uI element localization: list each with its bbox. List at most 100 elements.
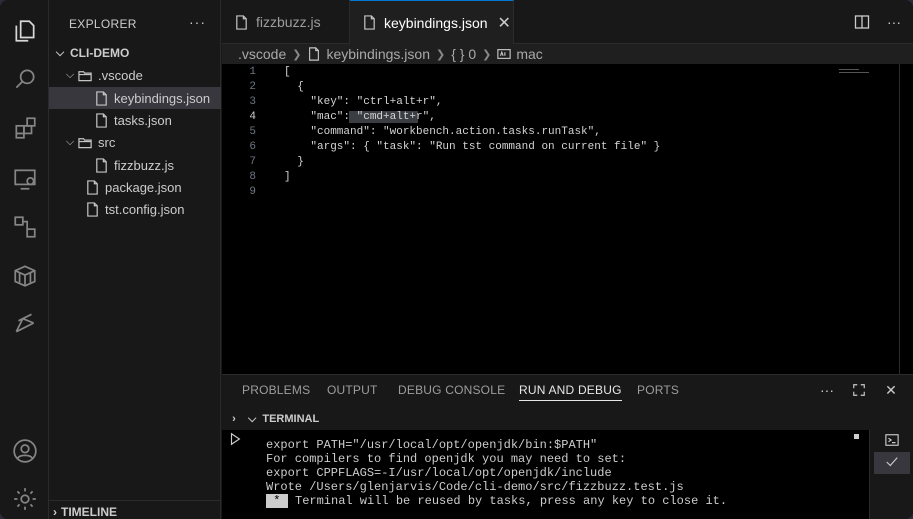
tree-item-label: tasks.json bbox=[114, 112, 172, 128]
line-number: 8 bbox=[249, 171, 256, 183]
breadcrumb-item[interactable]: mac bbox=[516, 46, 542, 62]
testing-icon[interactable] bbox=[10, 308, 39, 337]
more-actions-icon[interactable]: ··· bbox=[885, 13, 903, 31]
tree-item-fizzbuzz-js[interactable]: fizzbuzz.js bbox=[49, 154, 221, 176]
string-property-icon bbox=[497, 47, 512, 61]
remote-explorer-icon[interactable] bbox=[10, 164, 39, 193]
code-editor[interactable]: 1 2 3 4 5 6 7 8 9 [ { "key": "ctrl+alt+r… bbox=[222, 64, 913, 374]
terminal-line: For compilers to find openjdk you may ne… bbox=[266, 452, 627, 466]
breadcrumb: .vscode ❯ keybindings.json ❯ { } 0 ❯ mac bbox=[222, 44, 913, 64]
tab-keybindings-json[interactable]: keybindings.json ✕ bbox=[350, 0, 514, 44]
chevron-down-icon: ⌵ bbox=[65, 135, 75, 148]
chevron-down-icon: ⌵ bbox=[65, 68, 75, 81]
terminal-line: Wrote /Users/glenjarvis/Code/cli-demo/sr… bbox=[266, 480, 684, 494]
file-icon bbox=[362, 15, 377, 30]
line-number: 9 bbox=[249, 186, 256, 198]
panel-actions: ··· ✕ bbox=[819, 381, 899, 399]
source-control-icon[interactable] bbox=[10, 212, 39, 241]
file-icon bbox=[234, 14, 249, 30]
account-icon[interactable] bbox=[10, 436, 39, 465]
chevron-right-icon: › bbox=[53, 504, 57, 519]
tab-label: fizzbuzz.js bbox=[256, 14, 321, 30]
breadcrumb-item[interactable]: keybindings.json bbox=[326, 46, 430, 62]
tab-label: keybindings.json bbox=[384, 14, 488, 31]
file-icon bbox=[93, 157, 109, 173]
tab-debug-console[interactable]: DEBUG CONSOLE bbox=[398, 383, 505, 397]
split-editor-icon[interactable] bbox=[853, 13, 871, 31]
run-debug-icon[interactable] bbox=[228, 432, 242, 449]
timeline-label: TIMELINE bbox=[61, 504, 117, 519]
search-icon[interactable] bbox=[10, 64, 39, 93]
tree-root-cli-demo[interactable]: ⌵ CLI-DEMO bbox=[49, 42, 221, 64]
editor-tab-bar: fizzbuzz.js keybindings.json ✕ ··· bbox=[222, 0, 913, 44]
folder-open-icon bbox=[77, 67, 93, 83]
breadcrumb-item[interactable]: { } 0 bbox=[451, 46, 476, 62]
file-icon bbox=[93, 90, 109, 106]
extensions-icon[interactable] bbox=[10, 113, 39, 142]
close-tab-icon[interactable]: ✕ bbox=[498, 13, 511, 33]
tree-item-vscode-folder[interactable]: ⌵ .vscode bbox=[49, 64, 221, 86]
code-line: "key": "ctrl+alt+r", bbox=[284, 96, 443, 108]
minimap[interactable] bbox=[839, 68, 873, 74]
tab-run-and-debug[interactable]: RUN AND DEBUG bbox=[519, 383, 622, 401]
terminal-label: TERMINAL bbox=[262, 413, 320, 425]
tab-output[interactable]: OUTPUT bbox=[327, 383, 378, 397]
line-number: 1 bbox=[249, 66, 256, 78]
file-icon bbox=[84, 179, 100, 195]
tree-item-tst-config-json[interactable]: tst.config.json bbox=[49, 198, 221, 220]
code-line: "args": { "task": "Run tst command on cu… bbox=[284, 141, 661, 153]
panel-tab-bar: PROBLEMS OUTPUT DEBUG CONSOLE RUN AND DE… bbox=[222, 375, 913, 405]
file-icon bbox=[307, 47, 321, 61]
tree-item-label: src bbox=[98, 134, 116, 150]
line-number: 2 bbox=[249, 81, 256, 93]
chevron-right-icon: ❯ bbox=[482, 48, 492, 61]
terminal-section-header[interactable]: › ⌵ TERMINAL bbox=[222, 408, 913, 430]
line-number: 6 bbox=[249, 141, 256, 153]
tree-item-keybindings-json[interactable]: keybindings.json bbox=[49, 87, 221, 109]
explorer-sidebar: EXPLORER ··· ⌵ CLI-DEMO ⌵ .vscode keybin… bbox=[49, 0, 221, 519]
more-actions-button[interactable]: ··· bbox=[189, 14, 206, 30]
vscode-window: EXPLORER ··· ⌵ CLI-DEMO ⌵ .vscode keybin… bbox=[0, 0, 913, 519]
tree-item-label: keybindings.json bbox=[114, 90, 211, 106]
file-icon bbox=[84, 201, 100, 217]
tree-item-tasks-json[interactable]: tasks.json bbox=[49, 109, 221, 131]
explorer-icon[interactable] bbox=[10, 16, 39, 45]
maximize-panel-icon[interactable] bbox=[851, 381, 867, 399]
code-line: ] bbox=[284, 171, 291, 183]
line-number: 7 bbox=[249, 156, 256, 168]
containers-icon[interactable] bbox=[10, 260, 39, 289]
terminal-line: export CPPFLAGS=-I/usr/local/opt/openjdk… bbox=[266, 466, 612, 480]
tree-item-label: fizzbuzz.js bbox=[114, 157, 174, 173]
tab-ports[interactable]: PORTS bbox=[637, 383, 679, 397]
tab-problems[interactable]: PROBLEMS bbox=[242, 383, 310, 397]
code-line: { bbox=[284, 81, 304, 93]
terminal-icon bbox=[885, 433, 899, 450]
close-panel-icon[interactable]: ✕ bbox=[883, 381, 899, 399]
code-line: "command": "workbench.action.tasks.runTa… bbox=[284, 126, 601, 138]
check-icon bbox=[885, 455, 899, 472]
editor-actions: ··· bbox=[853, 13, 903, 31]
code-line-current: "mac": "cmd+alt+r", bbox=[284, 111, 436, 123]
terminal-line: export PATH="/usr/local/opt/openjdk/bin:… bbox=[266, 438, 598, 452]
terminal-instance-item[interactable] bbox=[874, 430, 910, 452]
chevron-right-icon: ❯ bbox=[292, 48, 302, 61]
chevron-down-icon: ⌵ bbox=[55, 46, 65, 59]
timeline-section-header[interactable]: › TIMELINE bbox=[49, 500, 221, 519]
breadcrumb-item[interactable]: .vscode bbox=[238, 46, 286, 62]
more-actions-icon[interactable]: ··· bbox=[819, 381, 835, 399]
tree-root-label: CLI-DEMO bbox=[70, 46, 130, 60]
settings-gear-icon[interactable] bbox=[10, 484, 39, 513]
tab-fizzbuzz-js[interactable]: fizzbuzz.js bbox=[222, 0, 350, 44]
tree-item-label: package.json bbox=[105, 179, 182, 195]
terminal-tabs-list bbox=[869, 430, 913, 519]
editor-scrollbar[interactable] bbox=[899, 64, 913, 374]
terminal-instance-item-active[interactable] bbox=[874, 452, 910, 474]
code-line: [ bbox=[284, 66, 291, 78]
tree-item-src-folder[interactable]: ⌵ src bbox=[49, 131, 221, 153]
code-line: } bbox=[284, 156, 304, 168]
bottom-panel: PROBLEMS OUTPUT DEBUG CONSOLE RUN AND DE… bbox=[222, 374, 913, 519]
terminal-output[interactable]: export PATH="/usr/local/opt/openjdk/bin:… bbox=[222, 430, 913, 519]
chevron-right-icon: › bbox=[232, 413, 236, 425]
chevron-right-icon: ❯ bbox=[435, 48, 446, 61]
tree-item-package-json[interactable]: package.json bbox=[49, 176, 221, 198]
